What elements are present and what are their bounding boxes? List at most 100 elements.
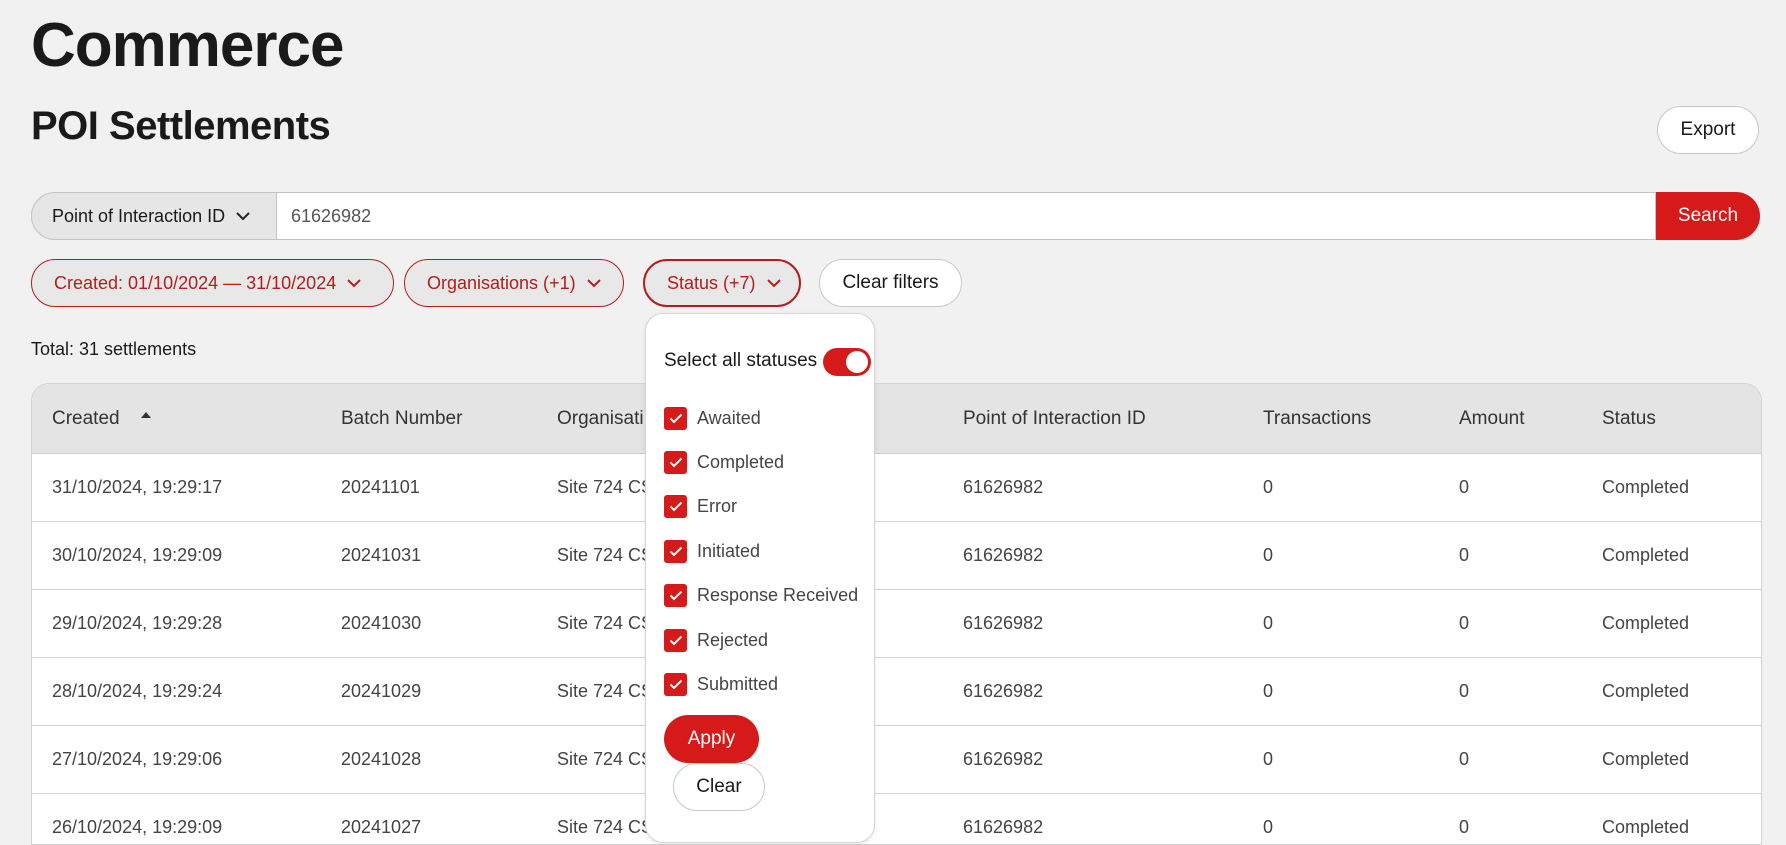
status-option[interactable]: Initiated xyxy=(664,538,760,564)
status-option-label: Error xyxy=(697,495,737,516)
search-field-label: Point of Interaction ID xyxy=(52,205,226,226)
organisations-filter-label: Organisations (+1) xyxy=(427,272,576,293)
table-cell: 28/10/2024, 19:29:24 xyxy=(52,681,223,701)
table-cell: 20241027 xyxy=(341,817,422,837)
check-icon xyxy=(669,679,682,689)
checkbox[interactable] xyxy=(664,672,687,696)
created-date-filter[interactable]: Created: 01/10/2024 — 31/10/2024 xyxy=(31,259,394,307)
column-header-amount[interactable]: Amount xyxy=(1459,384,1524,453)
export-button[interactable]: Export xyxy=(1657,106,1759,154)
column-header-status[interactable]: Status xyxy=(1602,384,1656,453)
table-cell: 26/10/2024, 19:29:09 xyxy=(52,817,223,837)
table-cell: Site 724 CS xyxy=(557,817,654,837)
column-header-batch-number[interactable]: Batch Number xyxy=(341,384,462,453)
select-all-toggle[interactable] xyxy=(823,348,871,376)
table-row[interactable]: 26/10/2024, 19:29:09 20241027 Site 724 CS 6… xyxy=(32,794,1761,844)
table-row[interactable]: 27/10/2024, 19:29:06 20241028 Site 724 CS 6… xyxy=(32,726,1761,794)
chevron-down-icon xyxy=(236,212,250,221)
chevron-down-icon xyxy=(766,279,781,288)
table-cell: 0 xyxy=(1263,613,1274,633)
status-option-label: Submitted xyxy=(697,673,779,694)
table-cell: 0 xyxy=(1263,545,1274,565)
table-cell: 20241029 xyxy=(341,681,422,701)
table-cell: Site 724 CS xyxy=(557,477,654,497)
column-header-created[interactable]: Created xyxy=(52,384,152,453)
chevron-down-icon xyxy=(586,279,601,288)
table-cell: Site 724 CS xyxy=(557,545,654,565)
table-cell: Site 724 CS xyxy=(557,613,654,633)
table-cell: 0 xyxy=(1459,681,1470,701)
select-all-label: Select all statuses xyxy=(664,350,818,371)
clear-filters-button[interactable]: Clear filters xyxy=(819,259,962,307)
check-icon xyxy=(669,590,682,600)
table-cell: 61626982 xyxy=(963,681,1044,701)
table-cell: 0 xyxy=(1459,545,1470,565)
table-cell: 31/10/2024, 19:29:17 xyxy=(52,477,223,497)
status-option[interactable]: Response Received xyxy=(664,582,858,608)
check-icon xyxy=(669,546,682,556)
checkbox[interactable] xyxy=(664,406,687,430)
status-option[interactable]: Completed xyxy=(664,449,784,475)
checkbox[interactable] xyxy=(664,539,687,563)
table-cell: 0 xyxy=(1459,477,1470,497)
table-cell: 30/10/2024, 19:29:09 xyxy=(52,545,223,565)
chevron-down-icon xyxy=(347,279,361,288)
organisations-filter[interactable]: Organisations (+1) xyxy=(404,259,624,307)
status-option[interactable]: Awaited xyxy=(664,405,761,431)
table-cell: 20241031 xyxy=(341,545,422,565)
table-cell: 0 xyxy=(1263,681,1274,701)
clear-button[interactable]: Clear xyxy=(673,763,765,811)
status-filter-label: Status (+7) xyxy=(667,272,756,293)
table-cell: Completed xyxy=(1602,817,1690,837)
table-cell: Completed xyxy=(1602,613,1690,633)
status-option[interactable]: Submitted xyxy=(664,671,778,697)
check-icon xyxy=(669,635,682,645)
table-cell: 61626982 xyxy=(963,817,1044,837)
table-row[interactable]: 31/10/2024, 19:29:17 20241101 Site 724 CS 6… xyxy=(32,454,1761,522)
table-cell: 0 xyxy=(1459,749,1470,769)
checkbox[interactable] xyxy=(664,494,687,518)
check-icon xyxy=(669,457,682,467)
checkbox[interactable] xyxy=(664,583,687,607)
table-cell: 0 xyxy=(1459,613,1470,633)
search-bar: Point of Interaction ID Search xyxy=(31,192,1760,240)
table-cell: 61626982 xyxy=(963,545,1044,565)
table-cell: 61626982 xyxy=(963,613,1044,633)
column-header-label: Created xyxy=(52,407,120,429)
column-header-poi-id[interactable]: Point of Interaction ID xyxy=(963,384,1146,453)
status-option[interactable]: Rejected xyxy=(664,627,768,653)
status-option-label: Completed xyxy=(697,451,785,472)
check-icon xyxy=(669,501,682,511)
table-row[interactable]: 30/10/2024, 19:29:09 20241031 Site 724 CS 6… xyxy=(32,522,1761,590)
table-cell: 0 xyxy=(1263,477,1274,497)
toggle-knob xyxy=(846,351,868,373)
checkbox[interactable] xyxy=(664,628,687,652)
sort-ascending-icon xyxy=(140,411,151,418)
status-filter[interactable]: Status (+7) xyxy=(643,259,801,307)
table-cell: Completed xyxy=(1602,545,1690,565)
search-input[interactable] xyxy=(277,192,1656,240)
apply-button[interactable]: Apply xyxy=(664,715,759,763)
table-cell: 0 xyxy=(1263,749,1274,769)
table-cell: 20241101 xyxy=(341,477,420,497)
total-count: Total: 31 settlements xyxy=(31,339,197,359)
status-option-label: Awaited xyxy=(697,407,761,428)
created-filter-label: Created: 01/10/2024 — 31/10/2024 xyxy=(54,272,337,293)
search-button[interactable]: Search xyxy=(1656,192,1760,240)
table-header: Created Batch Number Organisati Point of… xyxy=(32,384,1761,454)
table-cell: 0 xyxy=(1459,817,1470,837)
table-cell: 29/10/2024, 19:29:28 xyxy=(52,613,223,633)
table-cell: 27/10/2024, 19:29:06 xyxy=(52,749,223,769)
status-filter-dropdown: Select all statuses Awaited Completed Erro… xyxy=(645,313,875,843)
table-cell: 0 xyxy=(1263,817,1274,837)
status-option-label: Initiated xyxy=(697,540,761,561)
column-header-transactions[interactable]: Transactions xyxy=(1263,384,1371,453)
status-option[interactable]: Error xyxy=(664,493,737,519)
table-row[interactable]: 28/10/2024, 19:29:24 20241029 Site 724 CS 6… xyxy=(32,658,1761,726)
search-field-select[interactable]: Point of Interaction ID xyxy=(31,192,277,240)
table-row[interactable]: 29/10/2024, 19:29:28 20241030 Site 724 CS 6… xyxy=(32,590,1761,658)
status-option-label: Rejected xyxy=(697,629,769,650)
column-header-organisation[interactable]: Organisati xyxy=(557,384,644,453)
table-cell: Completed xyxy=(1602,749,1690,769)
checkbox[interactable] xyxy=(664,450,687,474)
